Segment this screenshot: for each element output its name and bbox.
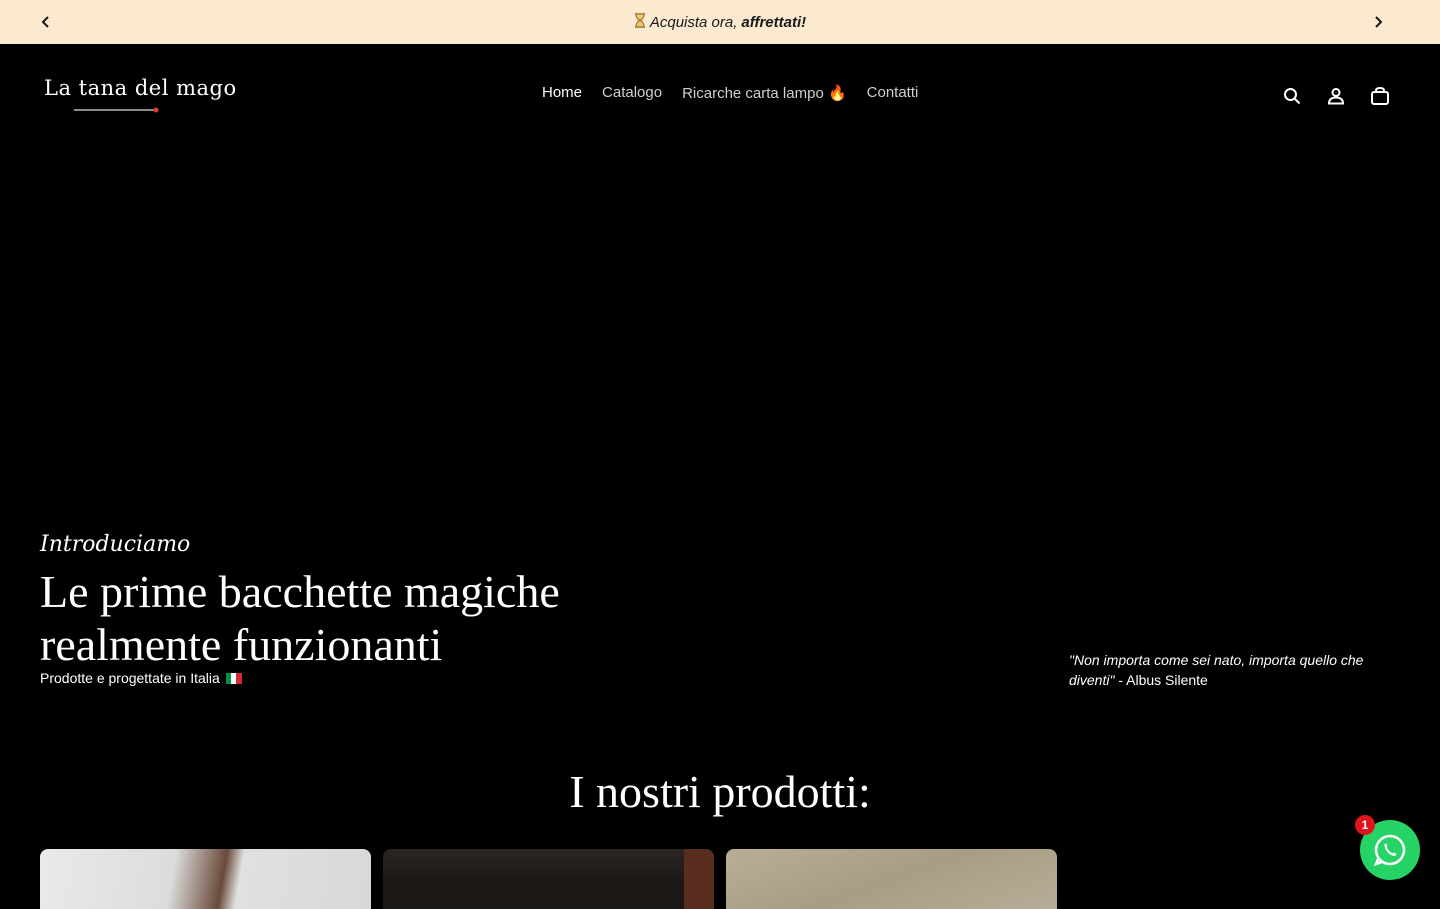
site-logo[interactable]: La tana del mago xyxy=(44,74,236,118)
header-actions xyxy=(1280,84,1392,108)
search-icon[interactable] xyxy=(1280,84,1304,108)
chevron-right-icon[interactable] xyxy=(1366,10,1390,34)
quote-author: - Albus Silente xyxy=(1114,672,1208,688)
wand-icon xyxy=(74,107,159,113)
products-title: I nostri prodotti: xyxy=(569,766,871,817)
whatsapp-icon xyxy=(1373,834,1406,867)
italy-flag-icon xyxy=(225,672,242,684)
hero-quote: "Non importa come sei nato, importa quel… xyxy=(1069,650,1399,690)
logo-text: La tana del mago xyxy=(44,76,237,100)
announcement-message: Acquista ora, affrettati! xyxy=(634,12,807,32)
announcement-bar: Acquista ora, affrettati! xyxy=(0,0,1440,44)
product-card[interactable] xyxy=(40,849,371,909)
notification-badge: 1 xyxy=(1355,815,1375,835)
announcement-emphasis: affrettati! xyxy=(741,13,807,31)
chevron-left-icon[interactable] xyxy=(34,10,58,34)
nav-home[interactable]: Home xyxy=(542,84,582,102)
hourglass-icon xyxy=(634,12,646,32)
product-card[interactable] xyxy=(383,849,714,909)
nav-catalogo[interactable]: Catalogo xyxy=(602,84,662,102)
announcement-prefix: Acquista ora, xyxy=(649,13,738,31)
hero-subtitle-text: Prodotte e progettate in Italia xyxy=(40,670,220,686)
main-nav: Home Catalogo Ricarche carta lampo 🔥 Con… xyxy=(542,84,918,102)
nav-ricariche[interactable]: Ricarche carta lampo 🔥 xyxy=(682,84,847,102)
hero-subtitle: Prodotte e progettate in Italia xyxy=(40,670,242,686)
hero-kicker: Introduciamo xyxy=(40,532,191,557)
cart-icon[interactable] xyxy=(1368,84,1392,108)
nav-contatti[interactable]: Contatti xyxy=(867,84,919,102)
hero-title: Le prime bacchette magiche realmente fun… xyxy=(40,566,560,670)
account-icon[interactable] xyxy=(1324,84,1348,108)
product-card[interactable] xyxy=(726,849,1057,909)
